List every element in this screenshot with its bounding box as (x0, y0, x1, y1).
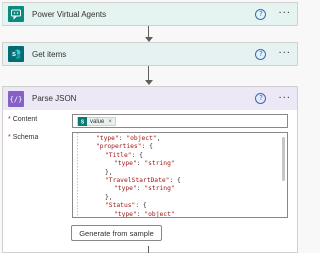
required-marker: * (8, 134, 11, 141)
generate-from-sample-button[interactable]: Generate from sample (71, 225, 162, 241)
json-punctuation: : { (135, 202, 147, 210)
json-key: "type" (114, 185, 137, 193)
json-key: "Status" (105, 202, 136, 210)
json-key: "TravelStartDate" (105, 177, 170, 184)
schema-code-line: "Title": { (105, 152, 143, 159)
connector-arrow (145, 80, 153, 85)
json-punctuation: }, (105, 168, 113, 176)
json-value: "object" (144, 210, 175, 218)
schema-code-line: }, (105, 194, 113, 201)
json-punctuation: }, (105, 193, 113, 201)
remove-token-icon[interactable]: × (108, 119, 112, 125)
content-label-text: Content (12, 116, 38, 123)
required-marker: * (8, 116, 11, 123)
step-title: Get items (32, 49, 67, 59)
step-title: Power Virtual Agents (32, 9, 107, 19)
curly-braces-icon: {/} (8, 90, 24, 107)
json-key: "type" (96, 135, 119, 142)
step-title: Parse JSON (32, 94, 77, 103)
json-punctuation: : { (131, 151, 143, 159)
info-icon[interactable]: ? (255, 48, 267, 60)
json-punctuation: : { (141, 143, 153, 151)
schema-code-line: "type": "object" (114, 210, 175, 218)
step-power-virtual-agents[interactable]: Power Virtual Agents ? ··· (2, 2, 298, 26)
schema-label: * Schema (8, 134, 38, 141)
sharepoint-icon: S (78, 117, 87, 126)
info-icon[interactable]: ? (255, 8, 267, 20)
schema-code-line: "type": "string" (114, 185, 175, 192)
schema-editor[interactable]: "type": "object", "properties": {"Title":… (72, 132, 288, 218)
svg-text:S: S (12, 52, 16, 58)
json-key: "type" (114, 160, 137, 168)
json-punctuation: , (156, 135, 161, 142)
more-options-icon[interactable]: ··· (278, 93, 291, 103)
schema-code-line: "Status": { (105, 202, 147, 209)
schema-code-line: "type": "string" (114, 160, 175, 167)
connector-line (148, 66, 149, 81)
json-value: "object" (126, 135, 157, 142)
token-label: value (90, 118, 105, 125)
sharepoint-icon: S (8, 46, 24, 62)
more-options-icon[interactable]: ··· (278, 9, 291, 19)
step-parse-json[interactable]: {/} Parse JSON ? ··· (2, 86, 298, 110)
chat-bot-icon (8, 6, 24, 22)
connector-line (148, 246, 149, 253)
step-get-items[interactable]: S Get items ? ··· (2, 42, 298, 66)
schema-code-line: "type": "object", (96, 135, 160, 142)
schema-code-line: "properties": { (96, 143, 153, 150)
schema-code-line: "TravelStartDate": { (105, 177, 181, 184)
info-icon[interactable]: ? (255, 93, 267, 104)
content-input[interactable]: S value × (72, 114, 288, 128)
svg-text:S: S (81, 120, 85, 126)
more-options-icon[interactable]: ··· (278, 49, 291, 59)
json-value: "string" (144, 160, 175, 168)
schema-label-text: Schema (12, 134, 39, 141)
editor-scrollbar[interactable] (282, 137, 285, 181)
svg-text:{/}: {/} (10, 95, 22, 103)
dynamic-content-token[interactable]: S value × (77, 117, 116, 126)
content-label: * Content (8, 116, 37, 123)
schema-code-line: }, (105, 169, 113, 176)
json-key: "Title" (105, 151, 132, 159)
json-value: "string" (144, 185, 175, 193)
json-punctuation: : { (169, 177, 181, 184)
json-key: "properties" (96, 143, 142, 151)
indent-guide (77, 133, 79, 217)
json-key: "type" (114, 210, 137, 218)
